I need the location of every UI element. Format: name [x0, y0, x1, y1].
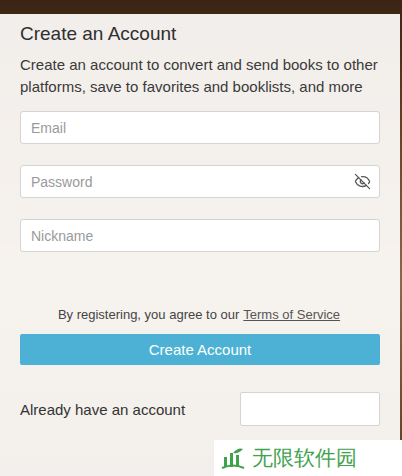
text-input[interactable] — [29, 119, 371, 137]
text-input[interactable] — [29, 227, 371, 245]
watermark-text: 无限软件园 — [252, 444, 357, 472]
form-fields — [20, 111, 378, 252]
terms-link[interactable]: Terms of Service — [243, 307, 340, 322]
photo-backdrop: Create an Account Create an account to co… — [0, 0, 402, 476]
password-input[interactable] — [29, 173, 348, 191]
sign-in-button[interactable] — [240, 392, 380, 426]
create-account-dialog: Create an Account Create an account to co… — [0, 14, 400, 476]
footer-row: Already have an account — [20, 392, 380, 426]
watermark: 无限软件园 — [214, 440, 402, 476]
toggle-visibility[interactable] — [354, 173, 371, 190]
terms-text: By registering, you agree to our — [58, 307, 239, 322]
dialog-title: Create an Account — [20, 22, 378, 46]
terms-note: By registering, you agree to our Terms of… — [20, 306, 378, 324]
watermark-logo-icon — [220, 445, 246, 471]
dialog-description: Create an account to convert and send bo… — [20, 54, 378, 98]
eye-off-icon[interactable] — [354, 173, 371, 190]
footer-text: Already have an account — [20, 401, 185, 418]
form-field — [20, 111, 380, 144]
form-field — [20, 219, 380, 252]
create-account-button[interactable]: Create Account — [20, 334, 380, 365]
form-field — [20, 165, 380, 198]
